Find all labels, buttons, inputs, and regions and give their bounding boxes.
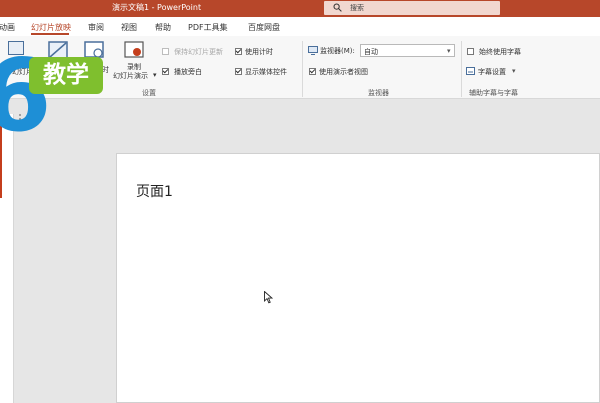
- rehearse-timings-label: 时: [102, 66, 109, 74]
- window-title: 演示文稿1 - PowerPoint: [112, 3, 202, 12]
- always-use-subtitles-label: 始终使用字幕: [479, 48, 521, 56]
- record-slideshow-button[interactable]: 录制 幻灯片演示 ▾: [110, 41, 160, 85]
- tab-view[interactable]: 视图: [121, 22, 137, 33]
- presenter-view-label: 使用演示者视图: [319, 68, 368, 76]
- play-narrations-checkbox[interactable]: [162, 68, 169, 75]
- tab-slideshow[interactable]: 幻灯片放映: [31, 22, 71, 33]
- slide-text-box[interactable]: 页面1: [136, 181, 173, 201]
- monitors-group-label: 监视器: [368, 89, 389, 97]
- group-divider: [461, 41, 462, 97]
- tab-baidu-netdisk[interactable]: 百度网盘: [248, 22, 280, 33]
- search-placeholder: 搜索: [350, 4, 364, 12]
- tab-pdf-tools[interactable]: PDF工具集: [188, 22, 228, 33]
- chevron-down-icon: ▾: [512, 67, 516, 75]
- keep-slides-updated-label: 保持幻灯片更新: [174, 48, 223, 56]
- tab-help[interactable]: 帮助: [155, 22, 171, 33]
- record-icon: [124, 41, 144, 58]
- setup-group-label: 设置: [142, 89, 156, 97]
- slide-canvas[interactable]: [116, 153, 600, 403]
- keep-slides-updated-checkbox[interactable]: [162, 48, 169, 55]
- mouse-cursor-icon: [264, 291, 273, 304]
- pane-splitter-handle[interactable]: [18, 114, 22, 403]
- use-timings-checkbox[interactable]: [235, 48, 242, 55]
- subtitle-settings-label: 字幕设置: [478, 68, 506, 76]
- monitor-label: 监视器(M):: [320, 47, 355, 55]
- search-icon: [333, 3, 342, 12]
- show-media-controls-label: 显示媒体控件: [245, 68, 287, 76]
- captions-group-label: 辅助字幕与字幕: [469, 89, 518, 97]
- subtitle-settings-icon: [466, 67, 475, 75]
- tab-review[interactable]: 审阅: [88, 22, 104, 33]
- tab-animation[interactable]: 动画: [0, 22, 15, 33]
- always-use-subtitles-checkbox[interactable]: [467, 48, 474, 55]
- monitor-select-value: 自动: [364, 48, 378, 56]
- search-box[interactable]: 搜索: [324, 1, 500, 15]
- presenter-view-checkbox[interactable]: [309, 68, 316, 75]
- use-timings-label: 使用计时: [245, 48, 273, 56]
- show-media-controls-checkbox[interactable]: [235, 68, 242, 75]
- monitor-icon: [308, 46, 318, 55]
- slide-thumbnail-pane[interactable]: [0, 114, 14, 403]
- record-label-2: 幻灯片演示: [113, 72, 148, 80]
- monitor-select[interactable]: 自动 ▾: [360, 44, 455, 57]
- group-divider: [302, 41, 303, 97]
- logo-badge: 教学: [29, 57, 103, 94]
- chevron-down-icon: ▾: [447, 47, 451, 55]
- ribbon-tabs: 动画 幻灯片放映 审阅 视图 帮助 PDF工具集 百度网盘: [0, 17, 600, 36]
- chevron-down-icon: ▾: [153, 71, 157, 79]
- title-bar: 演示文稿1 - PowerPoint 搜索: [0, 0, 600, 17]
- active-tab-indicator: [31, 33, 69, 35]
- subtitle-settings-button[interactable]: 字幕设置 ▾: [466, 66, 521, 78]
- play-narrations-label: 播放旁白: [174, 68, 202, 76]
